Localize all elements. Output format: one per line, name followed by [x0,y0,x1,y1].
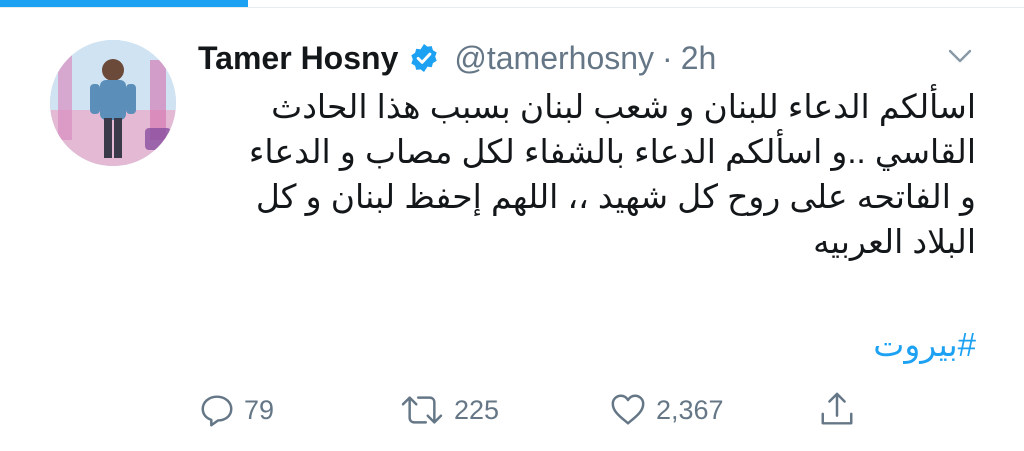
reply-count: 79 [244,394,275,425]
tweet-text: اسألكم الدعاء للبنان و شعب لبنان بسبب هذ… [186,84,976,264]
avatar-photo [50,40,176,166]
separator-dot: · [662,39,673,76]
tweet-text-line: القاسي ..و اسألكم الدعاء بالشفاء لكل مصا… [248,133,976,170]
retweet-button[interactable]: 225 [398,385,499,435]
verified-badge-icon [408,42,440,74]
tweet-time[interactable]: 2h [681,40,717,77]
tweet-actions: 79 225 2,367 [0,385,1024,435]
chevron-down-icon[interactable] [946,46,974,66]
tweet-header: Tamer Hosny @tamerhosny · 2h [198,36,716,80]
author-name[interactable]: Tamer Hosny [198,40,398,77]
retweet-icon [401,396,443,424]
share-button[interactable] [818,385,856,435]
reply-icon [201,395,233,427]
heart-icon [611,394,645,425]
divider [0,7,1024,8]
tweet-text-line: اسألكم الدعاء للبنان و شعب لبنان بسبب هذ… [271,88,976,125]
share-icon [821,392,853,425]
retweet-count: 225 [454,394,500,425]
hashtag-link[interactable]: #بيروت [786,322,976,367]
tweet-text-line: و الفاتحه على روح كل شهيد ،، اللهم إحفظ … [255,178,976,215]
reply-button[interactable]: 79 [198,385,274,435]
like-button[interactable]: 2,367 [608,385,724,435]
tab-active-indicator [0,0,248,7]
author-handle[interactable]: @tamerhosny [454,40,654,77]
like-count: 2,367 [656,394,724,425]
tweet-text-line: البلاد العربيه [813,223,976,260]
avatar[interactable] [50,40,176,166]
